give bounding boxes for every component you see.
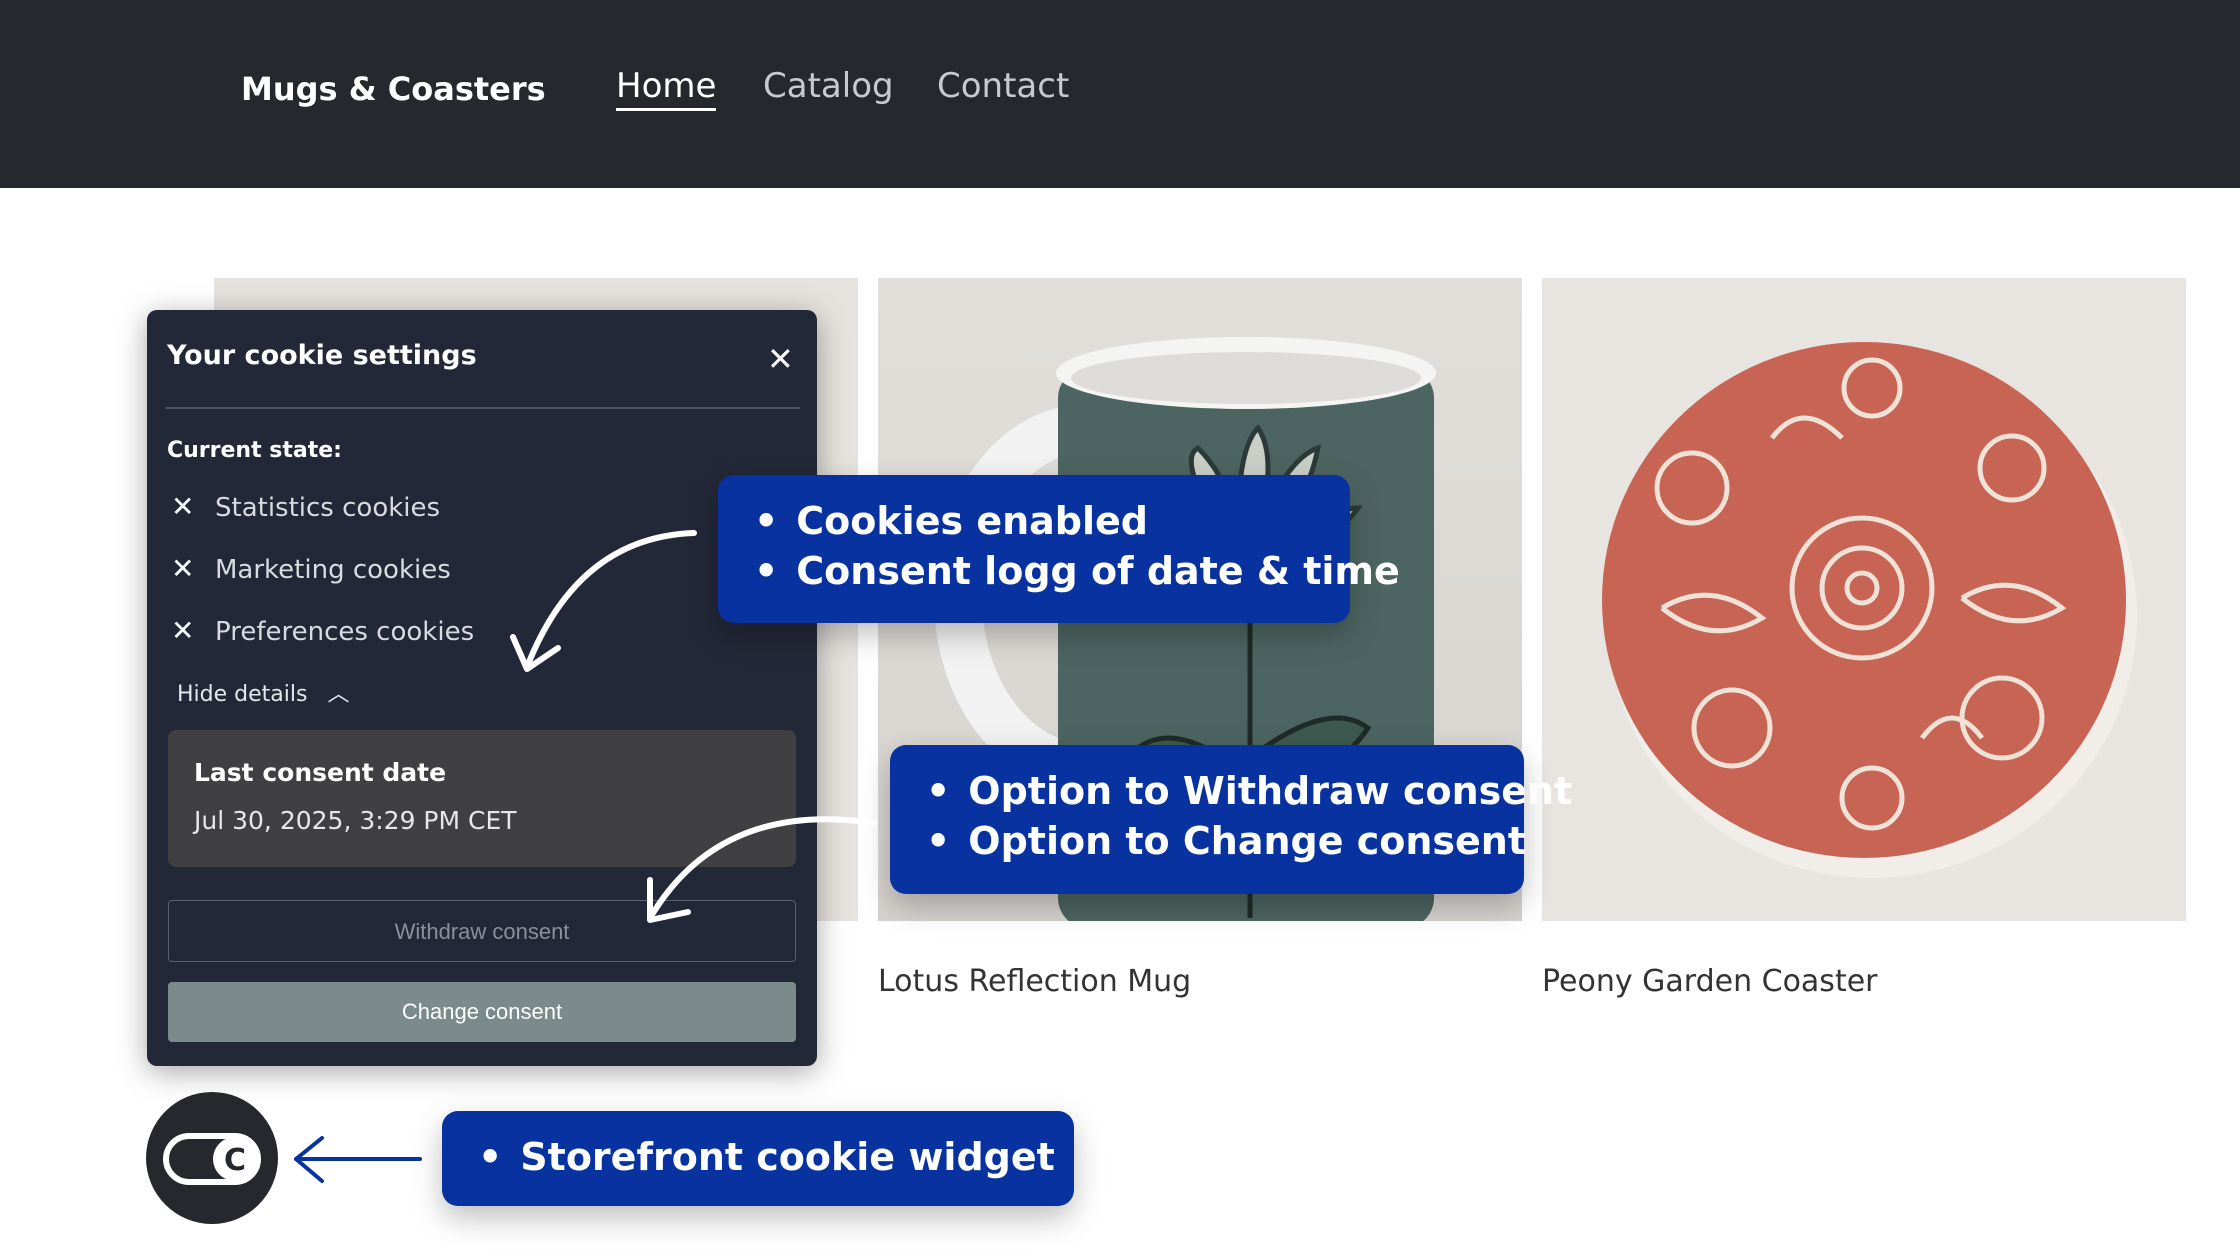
annotation-arrows <box>294 530 877 1183</box>
